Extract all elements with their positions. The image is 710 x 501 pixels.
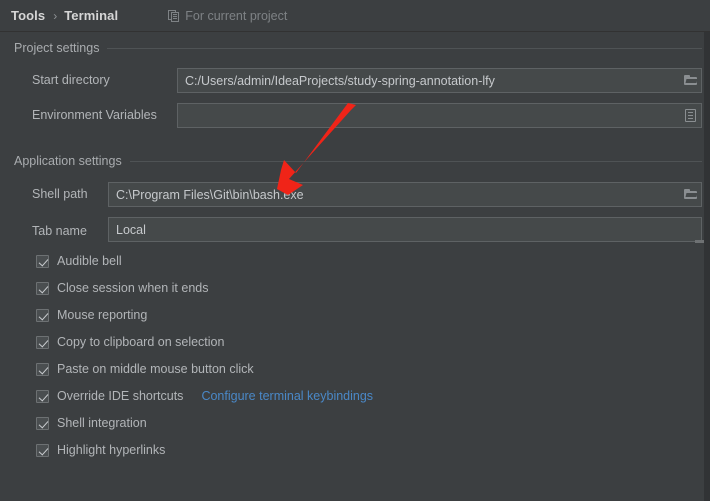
shell-path-value[interactable]: C:\Program Files\Git\bin\bash.exe (109, 188, 679, 202)
environment-variables-edit-button[interactable] (679, 104, 701, 127)
environment-variables-field[interactable] (177, 103, 702, 128)
section-divider (107, 47, 702, 49)
folder-open-icon (683, 189, 697, 200)
scope-indicator: For current project (168, 9, 287, 23)
checkbox-override-ide-shortcuts[interactable]: Override IDE shortcuts Configure termina… (36, 388, 373, 404)
breadcrumb-separator-icon: › (53, 8, 58, 23)
checkbox-box-icon[interactable] (36, 335, 49, 349)
checkbox-box-icon[interactable] (36, 281, 49, 295)
checkbox-label: Mouse reporting (57, 308, 148, 322)
start-directory-field[interactable]: C:/Users/admin/IdeaProjects/study-spring… (177, 68, 702, 93)
settings-header: Tools › Terminal For current project (0, 0, 710, 32)
label-start-directory: Start directory (32, 73, 110, 87)
label-tab-name: Tab name (32, 224, 87, 238)
checkbox-box-icon[interactable] (36, 389, 49, 403)
start-directory-value[interactable]: C:/Users/admin/IdeaProjects/study-spring… (178, 74, 679, 88)
label-tab-name-row: Tab name (32, 224, 87, 238)
checkbox-label: Shell integration (57, 416, 147, 430)
breadcrumb-root[interactable]: Tools (11, 8, 45, 23)
section-application-settings: Application settings (14, 154, 702, 168)
checkbox-label: Close session when it ends (57, 281, 209, 295)
checkbox-label: Highlight hyperlinks (57, 443, 166, 457)
scrollbar-track[interactable] (704, 32, 710, 501)
variables-list-icon (684, 109, 696, 122)
checkbox-box-icon[interactable] (36, 416, 49, 430)
section-divider (129, 160, 702, 162)
folder-open-icon (683, 75, 697, 86)
checkbox-label: Copy to clipboard on selection (57, 335, 225, 349)
shell-path-browse-button[interactable] (679, 183, 701, 206)
label-shell-path-row: Shell path (32, 187, 88, 201)
checkbox-box-icon[interactable] (36, 308, 49, 322)
label-environment-variables: Environment Variables (32, 108, 157, 122)
label-start-directory-row: Start directory (32, 73, 110, 87)
checkbox-shell-integration[interactable]: Shell integration (36, 415, 147, 431)
shell-path-field[interactable]: C:\Program Files\Git\bin\bash.exe (108, 182, 702, 207)
copy-project-icon (168, 9, 180, 22)
configure-terminal-keybindings-link[interactable]: Configure terminal keybindings (201, 389, 373, 403)
scope-label: For current project (185, 8, 288, 23)
tab-name-value[interactable]: Local (109, 223, 701, 237)
checkbox-box-icon[interactable] (36, 362, 49, 376)
checkbox-box-icon[interactable] (36, 254, 49, 268)
section-title-project: Project settings (14, 41, 100, 55)
checkbox-copy-to-clipboard-on-selection[interactable]: Copy to clipboard on selection (36, 334, 224, 350)
scrollbar-thumb[interactable] (695, 240, 704, 243)
checkbox-audible-bell[interactable]: Audible bell (36, 253, 122, 269)
checkbox-box-icon[interactable] (36, 443, 49, 457)
section-project-settings: Project settings (14, 41, 702, 55)
checkbox-label: Paste on middle mouse button click (57, 362, 254, 376)
checkbox-close-session-when-it-ends[interactable]: Close session when it ends (36, 280, 208, 296)
checkbox-mouse-reporting[interactable]: Mouse reporting (36, 307, 147, 323)
start-directory-browse-button[interactable] (679, 69, 701, 92)
checkbox-paste-on-middle-mouse-button-click[interactable]: Paste on middle mouse button click (36, 361, 254, 377)
label-shell-path: Shell path (32, 187, 88, 201)
tab-name-field[interactable]: Local (108, 217, 702, 242)
label-environment-variables-row: Environment Variables (32, 108, 157, 122)
section-title-application: Application settings (14, 154, 122, 168)
breadcrumb-leaf: Terminal (64, 8, 119, 23)
checkbox-label: Override IDE shortcuts (57, 389, 184, 403)
checkbox-highlight-hyperlinks[interactable]: Highlight hyperlinks (36, 442, 165, 458)
checkbox-label: Audible bell (57, 254, 122, 268)
